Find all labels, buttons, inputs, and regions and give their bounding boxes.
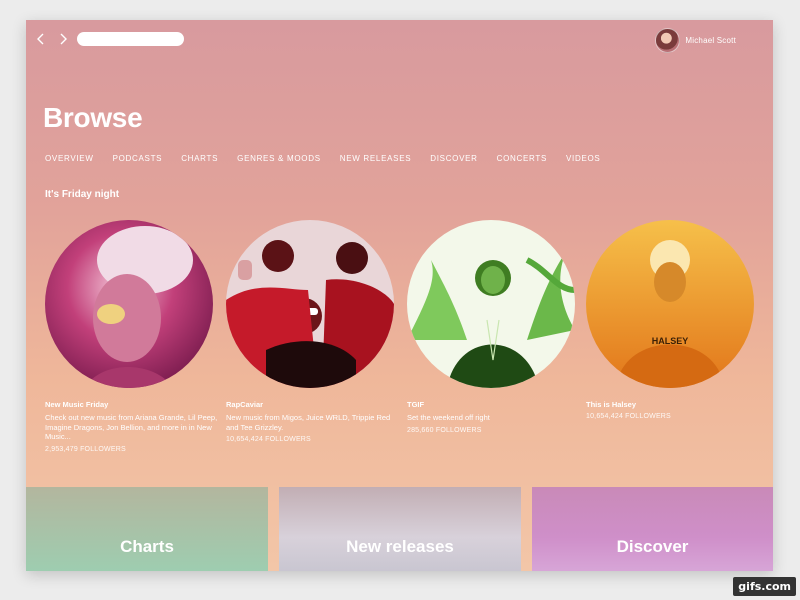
forward-arrow-icon[interactable] xyxy=(56,30,70,48)
playlist-card-new-music-friday[interactable]: New Music Friday Check out new music fro… xyxy=(45,220,217,453)
playlist-cover[interactable] xyxy=(407,220,575,388)
app-window: Michael Scott Browse OVERVIEW PODCASTS C… xyxy=(26,20,773,571)
tab-videos[interactable]: VIDEOS xyxy=(566,154,600,163)
tile-new-releases[interactable]: New releases xyxy=(279,487,521,571)
playlist-card-rapcaviar[interactable]: RapCaviar New music from Migos, Juice WR… xyxy=(226,220,394,443)
watermark: gifs.com xyxy=(733,577,796,596)
tab-concerts[interactable]: CONCERTS xyxy=(497,154,547,163)
tab-genres-moods[interactable]: GENRES & MOODS xyxy=(237,154,321,163)
section-title: It's Friday night xyxy=(45,189,120,200)
playlist-description: Check out new music from Ariana Grande, … xyxy=(45,413,218,442)
user-name: Michael Scott xyxy=(685,36,736,45)
tab-podcasts[interactable]: PODCASTS xyxy=(113,154,163,163)
playlist-cover[interactable] xyxy=(45,220,213,388)
tile-label: Discover xyxy=(616,537,689,556)
tab-charts[interactable]: CHARTS xyxy=(181,154,218,163)
playlist-followers: 2,953,479 FOLLOWERS xyxy=(45,445,126,453)
back-arrow-icon[interactable] xyxy=(34,30,48,48)
playlist-description: Set the weekend off right xyxy=(407,413,490,422)
playlist-description: New music from Migos, Juice WRLD, Trippi… xyxy=(226,413,391,432)
browse-tabs: OVERVIEW PODCASTS CHARTS GENRES & MOODS … xyxy=(45,154,619,163)
tab-discover[interactable]: DISCOVER xyxy=(430,154,477,163)
avatar xyxy=(655,28,681,53)
playlist-title[interactable]: TGIF xyxy=(407,400,575,409)
playlist-followers: 10,654,424 FOLLOWERS xyxy=(586,413,671,420)
playlist-card-this-is-halsey[interactable]: HALSEY This is Halsey 10,654,424 FOLLOWE… xyxy=(586,220,754,420)
playlist-followers: 285,660 FOLLOWERS xyxy=(407,426,482,434)
playlist-card-tgif[interactable]: TGIF Set the weekend off right 285,660 F… xyxy=(407,220,575,434)
category-tiles: Charts New releases Discover xyxy=(26,487,773,571)
playlist-title[interactable]: RapCaviar xyxy=(226,400,394,409)
page-title: Browse xyxy=(43,102,143,133)
search-input[interactable] xyxy=(77,32,184,46)
playlist-cover[interactable]: HALSEY xyxy=(586,220,754,388)
top-bar: Michael Scott xyxy=(26,20,773,60)
halsey-shirt-text: HALSEY xyxy=(652,336,689,346)
tab-new-releases[interactable]: NEW RELEASES xyxy=(340,154,412,163)
playlist-followers: 10,654,424 FOLLOWERS xyxy=(226,436,311,444)
playlist-row: New Music Friday Check out new music fro… xyxy=(45,220,765,470)
tile-label: New releases xyxy=(346,537,454,556)
playlist-cover[interactable] xyxy=(226,220,394,388)
playlist-title[interactable]: New Music Friday xyxy=(45,400,213,409)
playlist-title[interactable]: This is Halsey xyxy=(586,400,754,409)
tile-charts[interactable]: Charts xyxy=(26,487,268,571)
user-menu[interactable]: Michael Scott xyxy=(655,28,736,53)
tile-label: Charts xyxy=(120,537,174,556)
tile-discover[interactable]: Discover xyxy=(532,487,773,571)
tab-overview[interactable]: OVERVIEW xyxy=(45,154,94,163)
